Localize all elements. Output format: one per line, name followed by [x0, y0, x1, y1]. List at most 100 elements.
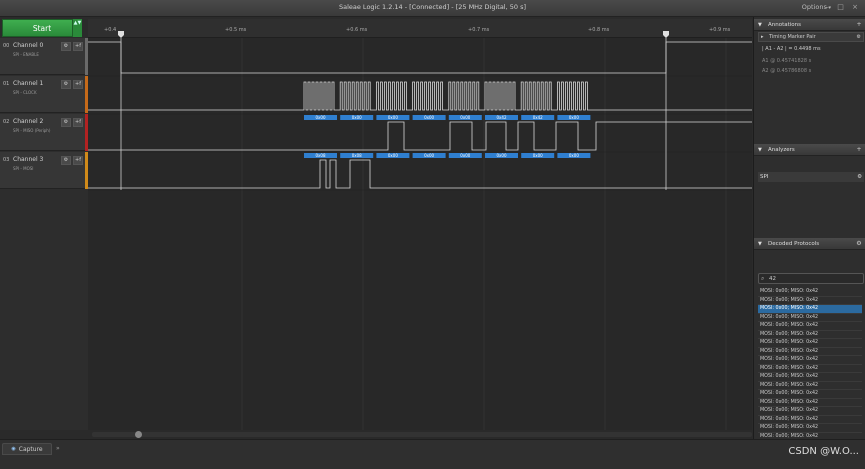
- channel-number: 00: [3, 43, 10, 49]
- decoded-row[interactable]: MOSI: 0x00; MISO: 0x42: [758, 398, 862, 407]
- channel-1-wave: [88, 81, 752, 111]
- decoded-title: Decoded Protocols: [768, 241, 820, 247]
- decode-value: 0x00: [496, 153, 506, 158]
- gear-icon[interactable]: ⚙: [61, 42, 71, 51]
- trigger-icon[interactable]: +f: [73, 118, 83, 127]
- channel-labels: 00 Channel 0 SPI - ENABLE ⚙ +f 01 Channe…: [0, 38, 88, 430]
- decode-value: 0x00: [569, 153, 579, 158]
- channel-row-0[interactable]: 00 Channel 0 SPI - ENABLE ⚙ +f: [0, 38, 88, 75]
- channel-row-1[interactable]: 01 Channel 1 SPI - CLOCK ⚙ +f: [0, 76, 88, 113]
- status-bar: Capture »: [0, 439, 865, 469]
- marker-a1-value: A1 @ 0.45741828 s: [762, 58, 812, 64]
- waveform-view[interactable]: +0.4 +0.5 ms +0.6 ms +0.7 ms +0.8 ms +0.…: [88, 19, 752, 430]
- decoded-row[interactable]: MOSI: 0x00; MISO: 0x42: [758, 330, 862, 339]
- annotations-header[interactable]: ▼ Annotations +: [754, 19, 865, 31]
- add-analyzer-icon[interactable]: +: [855, 146, 863, 154]
- window-controls[interactable]: – □ ×: [826, 3, 861, 11]
- capture-tab-label: Capture: [18, 445, 43, 453]
- gear-icon[interactable]: ⚙: [857, 172, 862, 182]
- decoded-row[interactable]: MOSI: 0x00; MISO: 0x42: [758, 373, 862, 382]
- horizontal-scrollbar[interactable]: [92, 432, 752, 437]
- add-annotation-icon[interactable]: +: [855, 21, 863, 29]
- trigger-icon[interactable]: +f: [73, 156, 83, 165]
- channel-row-3[interactable]: 03 Channel 3 SPI - MOSI ⚙ +f: [0, 152, 88, 189]
- decoded-row[interactable]: MOSI: 0x00; MISO: 0x42: [758, 364, 862, 373]
- decoded-row[interactable]: MOSI: 0x00; MISO: 0x42: [758, 305, 862, 314]
- mosi-decode-boxes: 0x08 0x08 0x00 0x00 0x00 0x00 0x00 0x00: [304, 153, 591, 158]
- capture-tab[interactable]: Capture: [2, 443, 52, 455]
- channel-number: 01: [3, 81, 10, 87]
- decode-value: 0x00: [388, 115, 398, 120]
- decoded-row[interactable]: MOSI: 0x00; MISO: 0x42: [758, 339, 862, 348]
- collapse-caret-icon[interactable]: ▼: [758, 144, 762, 156]
- decode-value: 0x00: [424, 153, 434, 158]
- channel-name[interactable]: Channel 0: [13, 42, 43, 49]
- channel-subtitle: SPI - ENABLE: [13, 52, 39, 57]
- decode-value: 0x00: [315, 115, 325, 120]
- timing-pair-title: Timing Marker Pair: [769, 34, 816, 40]
- decoded-row[interactable]: MOSI: 0x00; MISO: 0x42: [758, 424, 862, 433]
- timing-pair-value: | A1 - A2 | = 0.4498 ms: [762, 46, 821, 52]
- decoded-protocols-header[interactable]: ▼ Decoded Protocols ⚙: [754, 238, 865, 250]
- decode-value: 0x00: [460, 115, 470, 120]
- gear-icon[interactable]: ⚙: [857, 33, 861, 41]
- trigger-icon[interactable]: +f: [73, 80, 83, 89]
- analyzer-label: SPI: [760, 174, 769, 180]
- trigger-icon[interactable]: +f: [73, 42, 83, 51]
- decoded-row[interactable]: MOSI: 0x00; MISO: 0x42: [758, 390, 862, 399]
- timeline-scroll-area: [0, 430, 752, 439]
- decode-value: 0x00: [388, 153, 398, 158]
- decoded-row[interactable]: MOSI: 0x00; MISO: 0x42: [758, 381, 862, 390]
- window-title: Saleae Logic 1.2.14 - [Connected] - [25 …: [338, 3, 527, 11]
- gear-icon[interactable]: ⚙: [61, 118, 71, 127]
- analyzer-item-spi[interactable]: SPI ⚙: [758, 172, 864, 182]
- channel-2-wave: [88, 121, 752, 151]
- channel-subtitle: SPI - CLOCK: [13, 90, 37, 95]
- decoded-search-input[interactable]: 42: [758, 273, 864, 284]
- channel-3-wave: [88, 159, 752, 189]
- analyzers-header[interactable]: ▼ Analyzers +: [754, 144, 865, 156]
- channel-name[interactable]: Channel 2: [13, 118, 43, 125]
- gear-icon[interactable]: ⚙: [61, 156, 71, 165]
- collapse-caret-icon[interactable]: ▸: [761, 33, 764, 41]
- channel-name[interactable]: Channel 1: [13, 80, 43, 87]
- start-button[interactable]: Start: [2, 19, 82, 37]
- decoded-row[interactable]: MOSI: 0x00; MISO: 0x42: [758, 356, 862, 365]
- decoded-list[interactable]: MOSI: 0x00; MISO: 0x42 MOSI: 0x00; MISO: …: [758, 288, 862, 448]
- decode-value: 0x00: [533, 153, 543, 158]
- timing-marker-pair[interactable]: ▸ Timing Marker Pair ⚙: [758, 32, 864, 42]
- watermark: CSDN @W.O...: [788, 446, 859, 457]
- marker-a1-handle: [118, 31, 124, 38]
- decoded-row[interactable]: MOSI: 0x00; MISO: 0x42: [758, 347, 862, 356]
- channel-name[interactable]: Channel 3: [13, 156, 43, 163]
- decode-value: 0x08: [352, 153, 362, 158]
- decode-value: 0x42: [533, 115, 543, 120]
- channel-subtitle: SPI - MISO (Periph): [13, 128, 51, 133]
- annotations-title: Annotations: [768, 22, 802, 28]
- channel-subtitle: SPI - MOSI: [13, 166, 34, 171]
- decoded-row[interactable]: MOSI: 0x00; MISO: 0x42: [758, 407, 862, 416]
- channel-number: 02: [3, 119, 10, 125]
- decode-value: 0x42: [496, 115, 506, 120]
- start-options-arrows[interactable]: ▲▼: [72, 19, 82, 37]
- gear-icon[interactable]: ⚙: [855, 240, 863, 248]
- decoded-row[interactable]: MOSI: 0x00; MISO: 0x42: [758, 288, 862, 297]
- marker-handles[interactable]: [88, 19, 752, 38]
- channel-0-wave: [88, 41, 752, 74]
- decoded-row[interactable]: MOSI: 0x00; MISO: 0x42: [758, 322, 862, 331]
- collapse-caret-icon[interactable]: ▼: [758, 19, 762, 31]
- decoded-row[interactable]: MOSI: 0x00; MISO: 0x42: [758, 415, 862, 424]
- decode-value: 0x00: [460, 153, 470, 158]
- title-bar: Saleae Logic 1.2.14 - [Connected] - [25 …: [0, 0, 865, 17]
- capture-tab-close[interactable]: »: [56, 445, 60, 452]
- collapse-caret-icon[interactable]: ▼: [758, 238, 762, 250]
- channel-row-2[interactable]: 02 Channel 2 SPI - MISO (Periph) ⚙ +f: [0, 114, 88, 151]
- decoded-row[interactable]: MOSI: 0x00; MISO: 0x42: [758, 313, 862, 322]
- scroll-thumb[interactable]: [135, 431, 142, 438]
- analyzers-title: Analyzers: [768, 147, 795, 153]
- gear-icon[interactable]: ⚙: [61, 80, 71, 89]
- marker-a2-handle: [663, 31, 669, 38]
- right-panel: ▼ Annotations + ▸ Timing Marker Pair ⚙ |…: [753, 17, 865, 448]
- grid-lines: [88, 38, 752, 430]
- decoded-row[interactable]: MOSI: 0x00; MISO: 0x42: [758, 296, 862, 305]
